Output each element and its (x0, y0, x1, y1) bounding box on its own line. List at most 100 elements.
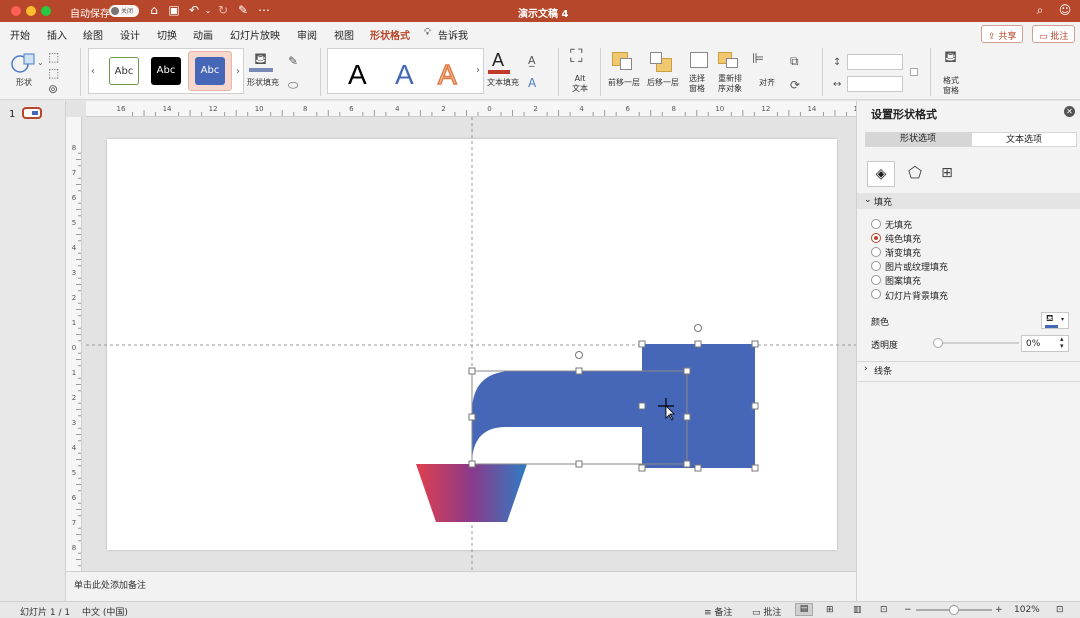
radio-solid-fill[interactable] (871, 233, 881, 243)
transparency-input[interactable]: 0% ▴ ▾ (1021, 335, 1069, 352)
wordart-black[interactable]: A (348, 59, 367, 91)
autosave-toggle[interactable]: 关闭 (109, 5, 139, 17)
shape-width-input[interactable] (847, 76, 903, 92)
stepper-icon[interactable]: ▴ ▾ (1060, 336, 1064, 350)
notes-pane[interactable]: 单击此处添加备注 (66, 571, 856, 601)
zoom-level[interactable]: 102% (1014, 605, 1040, 615)
slide-sorter-icon[interactable]: ⊞ (826, 605, 834, 615)
shape-height-input[interactable] (847, 54, 903, 70)
wordart-blue[interactable]: A (395, 59, 414, 91)
selection-pane-label[interactable]: 选择窗格 (689, 74, 705, 94)
radio-no-fill[interactable] (871, 219, 881, 229)
slide-canvas[interactable] (107, 139, 837, 550)
shape-outline-icon[interactable]: ✎ (288, 54, 298, 68)
search-icon[interactable]: ⌕ (1033, 3, 1047, 18)
alt-text-label[interactable]: Alt 文本 (570, 74, 590, 94)
home-icon[interactable]: ⌂ (147, 3, 161, 18)
tab-insert[interactable]: 插入 (47, 27, 67, 42)
paint-bucket-icon[interactable]: ⛾ (254, 51, 267, 67)
notes-placeholder[interactable]: 单击此处添加备注 (74, 578, 146, 591)
group-icon[interactable]: ⧉ (790, 54, 799, 68)
close-window-button[interactable] (11, 6, 21, 16)
format-pane-label[interactable]: 格式窗格 (940, 76, 962, 96)
close-icon[interactable]: ✕ (1064, 106, 1075, 117)
line-section-header[interactable]: › 线条 (857, 362, 1080, 378)
bring-forward-label[interactable]: 前移一层 (608, 78, 640, 88)
gallery-next-icon[interactable]: › (476, 64, 480, 78)
align-label[interactable]: 对齐 (759, 78, 775, 88)
tab-review[interactable]: 审阅 (297, 27, 317, 42)
tab-text-options[interactable]: 文本选项 (971, 132, 1077, 147)
radio-gradient-fill[interactable] (871, 247, 881, 257)
notes-toggle[interactable]: ≡ 备注 (704, 605, 732, 618)
color-picker-button[interactable]: ⛾ ▾ (1041, 312, 1069, 329)
tab-shape-options[interactable]: 形状选项 (865, 132, 971, 147)
minimize-window-button[interactable] (26, 6, 36, 16)
text-fill-icon[interactable]: A (492, 50, 504, 71)
lock-aspect-icon[interactable] (910, 68, 918, 76)
fit-slide-icon[interactable]: ⊡ (1056, 605, 1064, 615)
rotate-icon[interactable]: ⟳ (790, 78, 800, 92)
zoom-slider-thumb[interactable] (949, 605, 959, 615)
redo-icon[interactable]: ↻ (216, 3, 230, 18)
radio-slide-background-fill[interactable] (871, 289, 881, 299)
merge-shapes-icon[interactable]: ⊚ (48, 82, 58, 96)
tab-transitions[interactable]: 切换 (157, 27, 177, 42)
zoom-out-icon[interactable]: − (904, 605, 912, 615)
reorder-objects-label[interactable]: 重新排序对象 (715, 74, 745, 94)
format-pane-icon[interactable]: ⛾ (944, 49, 957, 65)
reading-view-icon[interactable]: ▥ (853, 605, 862, 615)
gallery-next-icon[interactable]: › (236, 65, 240, 79)
tab-animations[interactable]: 动画 (193, 27, 213, 42)
alt-text-icon[interactable]: ⛶ (570, 48, 583, 66)
tab-draw[interactable]: 绘图 (83, 27, 103, 42)
zoom-in-icon[interactable]: + (995, 605, 1003, 615)
wordart-orange[interactable]: A (437, 58, 457, 91)
gallery-prev-icon[interactable]: ‹ (91, 65, 95, 79)
undo-icon[interactable]: ↶ (187, 3, 201, 18)
tab-home[interactable]: 开始 (10, 27, 30, 42)
save-icon[interactable]: ▣ (167, 3, 181, 18)
tab-shape-format[interactable]: 形状格式 (370, 27, 410, 47)
zoom-window-button[interactable] (41, 6, 51, 16)
text-fill-label[interactable]: 文本填充 (487, 78, 519, 88)
shape-fill-label[interactable]: 形状填充 (247, 78, 279, 88)
effects-pentagon-icon[interactable]: ⬠ (901, 161, 929, 187)
text-effects-icon[interactable]: A (528, 76, 536, 90)
shapes-icon[interactable] (10, 50, 36, 74)
fill-line-icon[interactable]: ◈ (867, 161, 895, 187)
tab-view[interactable]: 视图 (334, 27, 354, 42)
radio-picture-fill[interactable] (871, 261, 881, 271)
chevron-down-icon[interactable]: ⌄ (37, 56, 44, 70)
text-outline-icon[interactable]: A̲ (528, 54, 536, 68)
align-icon[interactable]: ⊫ (752, 52, 764, 66)
transparency-slider[interactable] (933, 338, 1019, 348)
selection-pane-icon[interactable] (690, 52, 708, 68)
language-indicator[interactable]: 中文 (中国) (82, 605, 128, 618)
share-button[interactable]: ⇪ 共享 (981, 25, 1024, 43)
style-sample-blue[interactable]: Abc (195, 57, 225, 85)
tab-design[interactable]: 设计 (120, 27, 140, 42)
tab-tell-me[interactable]: 告诉我 (438, 27, 468, 42)
radio-pattern-fill[interactable] (871, 275, 881, 285)
shape-effects-icon[interactable]: ⬭ (288, 78, 298, 92)
more-icon[interactable]: ⋯ (257, 3, 271, 18)
slideshow-icon[interactable]: ⊡ (880, 605, 888, 615)
zoom-slider[interactable] (916, 605, 992, 615)
size-properties-icon[interactable]: ⊞ (933, 161, 961, 187)
slider-thumb[interactable] (933, 338, 943, 348)
comment-button[interactable]: ▭ 批注 (1032, 25, 1076, 43)
normal-view-icon[interactable]: ▤ (795, 603, 813, 616)
fill-section-header[interactable]: ⌄ 填充 (857, 193, 1080, 209)
chevron-down-icon[interactable]: ⌄ (201, 3, 215, 18)
style-sample-outline[interactable]: Abc (109, 57, 139, 85)
text-box-icon[interactable]: ⬚ (48, 66, 59, 80)
tab-slideshow[interactable]: 幻灯片放映 (230, 27, 280, 42)
slide-thumbnail[interactable] (22, 107, 42, 119)
send-backward-label[interactable]: 后移一层 (647, 78, 679, 88)
edit-icon[interactable]: ✎ (236, 3, 250, 18)
smiley-icon[interactable]: ☺ (1058, 3, 1072, 18)
comments-toggle[interactable]: ▭ 批注 (752, 605, 781, 618)
style-sample-black[interactable]: Abc (151, 57, 181, 85)
edit-shape-icon[interactable]: ⬚ (48, 50, 59, 64)
